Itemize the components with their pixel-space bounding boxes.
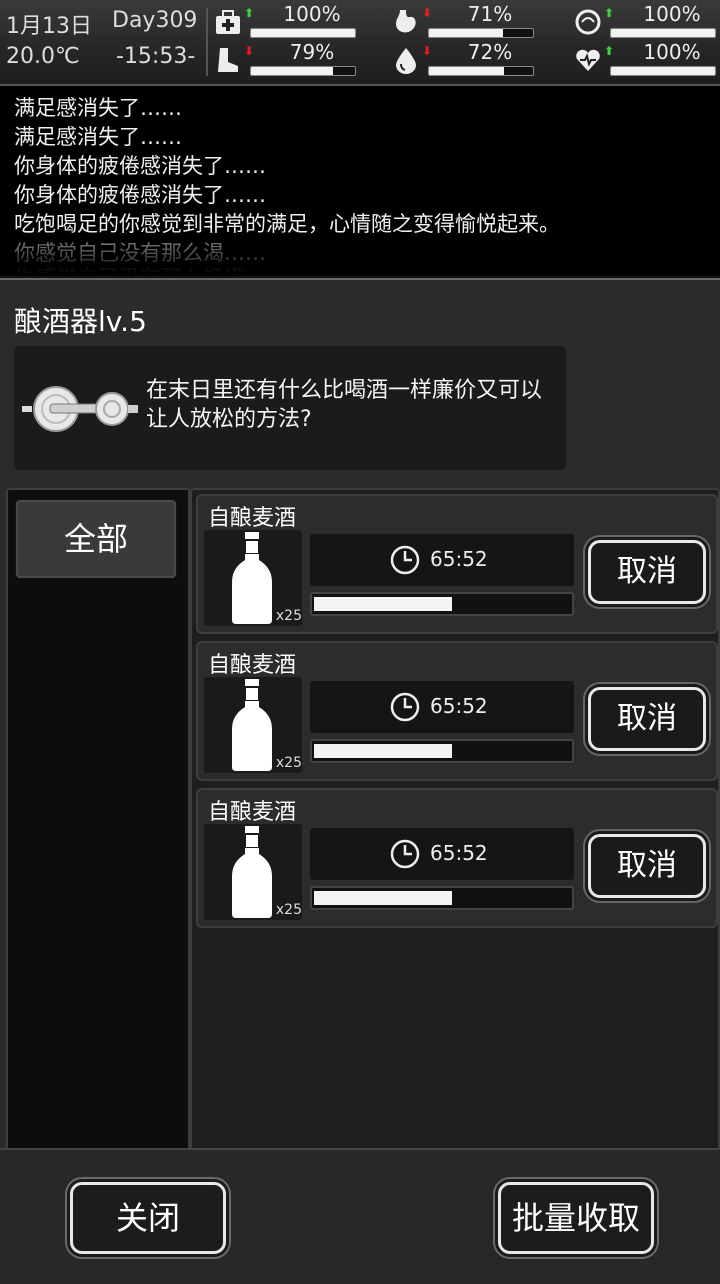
- log-line: 你身体的疲倦感消失了……: [14, 154, 266, 178]
- log-line: 满足感消失了……: [14, 125, 182, 149]
- clock-icon: [390, 839, 420, 869]
- trend-up-icon: ⬆: [604, 44, 615, 58]
- log-line: 你身体的疲倦感消失了……: [14, 183, 266, 207]
- status-hud: 1月13日 Day309 20.0℃ -15:53- ⬆ 100% ⬇ 71% …: [0, 0, 720, 86]
- item-time: 65:52: [430, 841, 488, 865]
- panel-description: 在末日里还有什么比喝酒一样廉价又可以让人放松的方法?: [146, 378, 543, 432]
- item-name: 自酿麦酒: [208, 800, 297, 825]
- category-sidebar: 全部: [6, 488, 190, 1152]
- panel-title: 酿酒器lv.5: [14, 305, 147, 338]
- game-date: 1月13日: [6, 14, 92, 39]
- item-time: 65:52: [430, 547, 488, 571]
- item-name: 自酿麦酒: [208, 653, 297, 678]
- bottle-icon: [232, 532, 272, 624]
- stat-thirst-bar: [428, 66, 534, 76]
- trend-up-icon: ⬆: [604, 6, 615, 20]
- trend-down-icon: ⬇: [422, 6, 433, 20]
- stat-hunger-value: 71%: [467, 2, 513, 26]
- cancel-button[interactable]: 取消: [588, 540, 706, 604]
- log-line: 你感觉自己没有那么饥饿……: [14, 262, 287, 276]
- message-log[interactable]: 满足感消失了…… 满足感消失了…… 你身体的疲倦感消失了…… 你身体的疲倦感消失…: [0, 86, 720, 276]
- stat-stamina-value: 79%: [289, 40, 335, 64]
- stat-health-value: 100%: [283, 2, 341, 26]
- tab-all[interactable]: 全部: [14, 498, 178, 580]
- brewer-panel: 酿酒器lv.5 在末日里还有什么比喝酒一样廉价又可以让人放松的方法? 全部 自酿…: [0, 278, 720, 1284]
- brew-list[interactable]: 自酿麦酒 x25 65:52 取消 自酿麦酒 x25 65:52 取消 自酿麦酒…: [190, 488, 720, 1152]
- item-progress-bar: [310, 592, 574, 616]
- item-time: 65:52: [430, 694, 488, 718]
- stat-heart: ⬆ 100%: [574, 40, 720, 80]
- game-day: Day309: [112, 8, 198, 33]
- clock-icon: [390, 692, 420, 722]
- cancel-button[interactable]: 取消: [588, 834, 706, 898]
- stat-hunger: ⬇ 71%: [392, 2, 542, 42]
- item-quantity: x25: [275, 755, 302, 771]
- description-box: 在末日里还有什么比喝酒一样廉价又可以让人放松的方法?: [14, 346, 566, 470]
- heart-icon: [576, 49, 600, 71]
- brain-icon: [575, 9, 601, 35]
- trend-down-icon: ⬇: [422, 44, 433, 58]
- boot-icon: [218, 48, 238, 72]
- item-timer: 65:52: [310, 534, 574, 586]
- stat-hunger-bar: [428, 28, 534, 38]
- item-thumbnail: x25: [204, 530, 302, 626]
- stat-health-bar: [250, 28, 356, 38]
- stat-stamina-bar: [250, 66, 356, 76]
- item-name: 自酿麦酒: [208, 506, 297, 531]
- stomach-icon: [396, 10, 416, 33]
- item-quantity: x25: [275, 608, 302, 624]
- item-timer: 65:52: [310, 681, 574, 733]
- item-quantity: x25: [275, 902, 302, 918]
- clock-icon: [390, 545, 420, 575]
- item-thumbnail: x25: [204, 677, 302, 773]
- stat-mood: ⬆ 100%: [574, 2, 720, 42]
- stat-mood-value: 100%: [643, 2, 701, 26]
- trend-down-icon: ⬇: [244, 44, 255, 58]
- list-item: 自酿麦酒 x25 65:52 取消: [196, 494, 718, 634]
- brewer-device-icon: [22, 386, 138, 432]
- item-progress-bar: [310, 886, 574, 910]
- bottle-icon: [232, 679, 272, 771]
- item-progress-bar: [310, 739, 574, 763]
- item-timer: 65:52: [310, 828, 574, 880]
- log-line: 吃饱喝足的你感觉到非常的满足，心情随之变得愉悦起来。: [14, 212, 560, 236]
- batch-collect-button[interactable]: 批量收取: [498, 1182, 654, 1254]
- stat-thirst-value: 72%: [467, 40, 513, 64]
- stat-heart-value: 100%: [643, 40, 701, 64]
- list-item: 自酿麦酒 x25 65:52 取消: [196, 641, 718, 781]
- stat-thirst: ⬇ 72%: [392, 40, 542, 80]
- game-time: -15:53-: [116, 44, 196, 69]
- stat-mood-bar: [610, 28, 716, 38]
- medkit-icon: [216, 10, 240, 34]
- close-button[interactable]: 关闭: [70, 1182, 226, 1254]
- log-line: 你感觉自己没有那么渴……: [14, 241, 266, 265]
- log-line: 满足感消失了……: [14, 96, 182, 120]
- cancel-button[interactable]: 取消: [588, 687, 706, 751]
- water-drop-icon: [396, 48, 416, 74]
- bottle-icon: [232, 826, 272, 918]
- stat-stamina: ⬇ 79%: [214, 40, 364, 80]
- trend-up-icon: ⬆: [244, 6, 255, 20]
- bottom-bar: 关闭 批量收取: [0, 1148, 720, 1284]
- item-thumbnail: x25: [204, 824, 302, 920]
- stat-heart-bar: [610, 66, 716, 76]
- temperature: 20.0℃: [6, 44, 80, 69]
- list-item: 自酿麦酒 x25 65:52 取消: [196, 788, 718, 928]
- stat-health: ⬆ 100%: [214, 2, 364, 42]
